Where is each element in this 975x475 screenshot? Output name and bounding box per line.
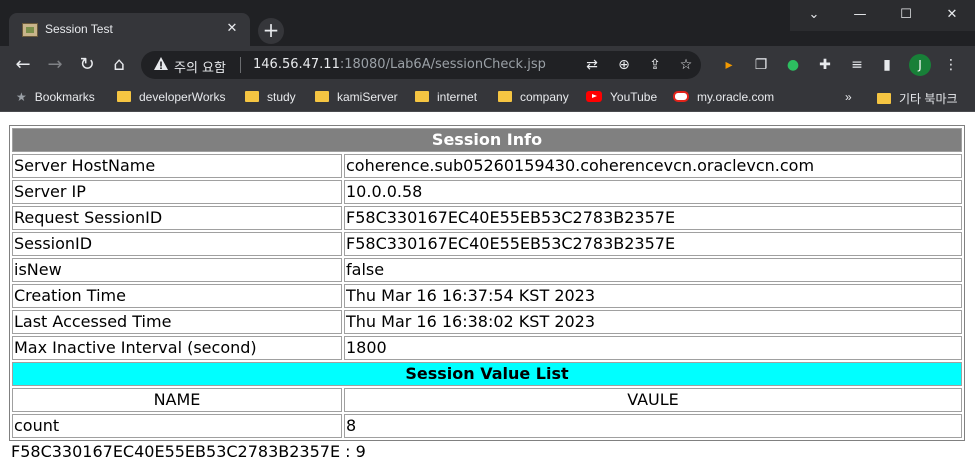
page-content: Session Info Server HostName coherence.s… <box>0 113 975 475</box>
row-value: Thu Mar 16 16:38:02 KST 2023 <box>344 310 962 334</box>
bookmark-item-kamiserver[interactable]: kamiServer <box>315 90 398 104</box>
row-value: coherence.sub05260159430.coherencevcn.or… <box>344 154 962 178</box>
bookmark-label: internet <box>437 90 478 104</box>
bookmark-item-bookmarks[interactable]: ★ Bookmarks <box>16 90 95 104</box>
row-value: false <box>344 258 962 282</box>
tab-close-icon[interactable]: ✕ <box>222 19 242 39</box>
bookmark-item-youtube[interactable]: YouTube <box>586 90 657 104</box>
row-value: F58C330167EC40E55EB53C2783B2357E <box>344 206 962 230</box>
bookmarks-overflow-chevron-icon[interactable]: » <box>845 90 852 104</box>
share-icon[interactable]: ⇪ <box>646 56 664 74</box>
browser-tab[interactable]: Session Test ✕ <box>9 13 250 46</box>
table-row: Server IP 10.0.0.58 <box>12 180 962 204</box>
warning-triangle-icon[interactable] <box>153 56 169 72</box>
address-bar[interactable]: 주의 요함 146.56.47.11:18080/Lab6A/sessionCh… <box>141 51 701 79</box>
folder-icon <box>315 91 329 102</box>
bookmark-item-my-oracle[interactable]: my.oracle.com <box>673 90 774 104</box>
restore-button[interactable]: ☐ <box>883 0 929 31</box>
table-row: Server HostName coherence.sub05260159430… <box>12 154 962 178</box>
bookmark-item-internet[interactable]: internet <box>415 90 477 104</box>
row-value: 10.0.0.58 <box>344 180 962 204</box>
side-panel-icon[interactable]: ▮ <box>877 55 897 75</box>
row-label: isNew <box>12 258 342 282</box>
evernote-icon[interactable]: ● <box>783 55 803 75</box>
profile-avatar[interactable]: J <box>909 54 931 76</box>
folder-icon <box>415 91 429 102</box>
column-header-row: NAME VAULE <box>12 388 962 412</box>
bookmark-label: company <box>520 90 569 104</box>
oracle-icon <box>673 91 689 102</box>
bookmark-label: kamiServer <box>337 90 398 104</box>
bookmarks-bar: ★ Bookmarks developerWorks study kamiServ… <box>0 84 975 112</box>
table-row: count 8 <box>12 414 962 438</box>
youtube-icon <box>586 91 602 102</box>
window-controls: ⌄ — ☐ ✕ <box>790 0 975 31</box>
minimize-button[interactable]: — <box>837 0 883 31</box>
table-row: Max Inactive Interval (second) 1800 <box>12 336 962 360</box>
row-label: Creation Time <box>12 284 342 308</box>
bookmark-star-icon[interactable]: ☆ <box>677 56 695 74</box>
security-status-label[interactable]: 주의 요함 <box>174 57 226 76</box>
row-label: Request SessionID <box>12 206 342 230</box>
extensions-puzzle-icon[interactable]: ✚ <box>815 55 835 75</box>
folder-icon <box>117 91 131 102</box>
session-count-output: F58C330167EC40E55EB53C2783B2357E : 9 <box>11 442 366 461</box>
bookmark-label: YouTube <box>610 90 658 104</box>
page-favicon-icon <box>22 23 38 37</box>
bookmark-label: developerWorks <box>139 90 226 104</box>
row-label: Last Accessed Time <box>12 310 342 334</box>
folder-icon <box>877 93 891 104</box>
row-label: Server IP <box>12 180 342 204</box>
attribute-name: count <box>12 414 342 438</box>
bookmark-item-other-bookmarks[interactable]: 기타 북마크 <box>877 90 958 107</box>
home-icon[interactable]: ⌂ <box>108 54 130 76</box>
extension-terminal-icon[interactable]: ▸ <box>719 55 739 75</box>
menu-kebab-icon[interactable]: ⋮ <box>941 55 961 75</box>
session-info-table: Session Info Server HostName coherence.s… <box>9 125 965 441</box>
close-window-button[interactable]: ✕ <box>929 0 975 31</box>
translate-icon[interactable]: ⇄ <box>583 56 601 74</box>
row-label: Max Inactive Interval (second) <box>12 336 342 360</box>
bookmark-label: study <box>267 90 296 104</box>
bookmark-item-developerworks[interactable]: developerWorks <box>117 90 225 104</box>
forward-arrow-icon[interactable]: → <box>44 54 66 76</box>
bookmark-item-study[interactable]: study <box>245 90 296 104</box>
url-path: :18080/Lab6A/sessionCheck.jsp <box>339 57 546 72</box>
row-value: F58C330167EC40E55EB53C2783B2357E <box>344 232 962 256</box>
row-label: SessionID <box>12 232 342 256</box>
star-icon: ★ <box>16 90 27 104</box>
row-value: Thu Mar 16 16:37:54 KST 2023 <box>344 284 962 308</box>
url-host: 146.56.47.11 <box>253 57 340 72</box>
table-row: Last Accessed Time Thu Mar 16 16:38:02 K… <box>12 310 962 334</box>
session-info-heading: Session Info <box>12 128 962 152</box>
extension-window-icon[interactable]: ❐ <box>751 55 771 75</box>
omnibox-divider <box>240 57 241 73</box>
browser-titlebar: Session Test ✕ + ⌄ — ☐ ✕ <box>0 0 975 46</box>
bookmark-label: my.oracle.com <box>697 90 775 104</box>
tab-search-chevron-down-icon[interactable]: ⌄ <box>791 0 837 31</box>
table-row: isNew false <box>12 258 962 282</box>
table-row: Request SessionID F58C330167EC40E55EB53C… <box>12 206 962 230</box>
new-tab-button[interactable]: + <box>258 18 284 44</box>
folder-icon <box>498 91 512 102</box>
column-header-value: VAULE <box>344 388 962 412</box>
table-row: SessionID F58C330167EC40E55EB53C2783B235… <box>12 232 962 256</box>
reload-icon[interactable]: ↻ <box>76 54 98 76</box>
column-header-name: NAME <box>12 388 342 412</box>
bookmark-label: Bookmarks <box>34 90 95 104</box>
bookmark-label: 기타 북마크 <box>899 92 958 106</box>
row-value: 1800 <box>344 336 962 360</box>
url-text[interactable]: 146.56.47.11:18080/Lab6A/sessionCheck.js… <box>253 57 546 72</box>
attribute-value: 8 <box>344 414 962 438</box>
session-value-list-heading: Session Value List <box>12 362 962 386</box>
table-row: Creation Time Thu Mar 16 16:37:54 KST 20… <box>12 284 962 308</box>
row-label: Server HostName <box>12 154 342 178</box>
media-controls-icon[interactable]: ≡ <box>847 55 867 75</box>
back-arrow-icon[interactable]: ← <box>12 54 34 76</box>
zoom-icon[interactable]: ⊕ <box>615 56 633 74</box>
folder-icon <box>245 91 259 102</box>
tab-title: Session Test <box>45 22 113 36</box>
bookmark-item-company[interactable]: company <box>498 90 569 104</box>
